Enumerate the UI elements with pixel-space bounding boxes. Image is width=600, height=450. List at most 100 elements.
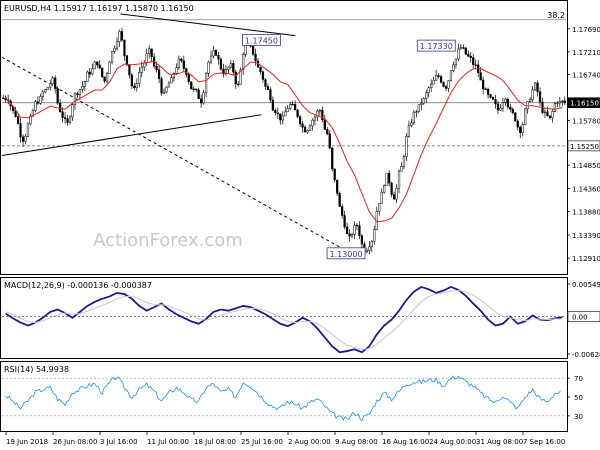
candle-body: [78, 89, 82, 95]
candle-body: [345, 226, 349, 235]
candle-body: [558, 101, 561, 104]
candle-body: [192, 88, 195, 91]
candle-body: [400, 166, 403, 172]
candle-body: [24, 136, 27, 142]
candle-body: [415, 111, 418, 113]
candle-body: [501, 102, 505, 109]
candle-body: [422, 98, 425, 104]
candle-body: [425, 92, 428, 99]
candle-body: [227, 66, 230, 70]
candle-body: [318, 109, 321, 112]
candle-body: [93, 61, 96, 70]
candle-body: [447, 80, 450, 89]
x-tick-label: 25 Jul 16:00: [241, 438, 283, 446]
candle-body: [499, 107, 502, 111]
candle-body: [521, 124, 524, 133]
candle-body: [491, 97, 495, 100]
x-tick-label: 31 Aug 08:00: [476, 438, 523, 446]
candle-body: [531, 89, 534, 100]
candle-body: [420, 102, 423, 105]
candle-body: [548, 115, 552, 118]
candle-body: [133, 85, 136, 89]
candle-body: [341, 206, 344, 216]
candle-body: [197, 89, 200, 100]
annotation-label: 1.13000: [329, 250, 362, 259]
candle-body: [59, 102, 62, 113]
candle-body: [96, 61, 99, 66]
candle-body: [16, 116, 20, 124]
candle-body: [474, 64, 477, 66]
x-tick-label: 3 Jul 16:00: [100, 438, 138, 446]
candle-body: [370, 240, 373, 248]
watermark: ActionForex.com: [93, 230, 243, 251]
candle-body: [128, 64, 131, 76]
candle-body: [524, 108, 527, 125]
annotation-label: 1.17450: [245, 36, 278, 45]
candle-body: [232, 63, 235, 73]
price-header: EURUSD,H4 1.15917 1.16197 1.15870 1.1615…: [4, 4, 194, 13]
candle-body: [484, 88, 487, 90]
candle-body: [234, 71, 237, 85]
candle-body: [254, 53, 257, 62]
x-tick-label: 16 Aug 16:00: [382, 438, 429, 446]
candle-body: [195, 88, 198, 91]
candle-body: [405, 136, 408, 157]
candle-body: [432, 79, 435, 85]
candle-body: [296, 109, 299, 117]
candle-body: [353, 224, 356, 235]
price-panel-frame: [0, 0, 568, 275]
candle-body: [44, 89, 47, 93]
candle-body: [274, 109, 277, 114]
candle-body: [83, 81, 86, 87]
candle-body: [306, 130, 309, 133]
candle-body: [449, 70, 453, 81]
macd-y-tick-label: 0.005496: [572, 281, 600, 289]
candle-body: [504, 98, 507, 103]
candle-body: [175, 67, 178, 74]
candle-body: [479, 72, 482, 81]
candle-body: [219, 58, 223, 70]
candle-body: [368, 246, 371, 251]
candle-body: [160, 78, 163, 94]
candle-body: [412, 111, 415, 124]
candle-body: [19, 123, 22, 138]
rsi-header: RSI(14) 54.9938: [4, 365, 69, 374]
candle-body: [46, 86, 49, 90]
candle-body: [311, 119, 314, 127]
candle-body: [556, 102, 559, 104]
candle-body: [113, 47, 116, 52]
candle-body: [298, 116, 302, 125]
candle-body: [73, 93, 77, 105]
candle-body: [101, 67, 104, 78]
candle-body: [516, 120, 519, 128]
candle-body: [281, 115, 284, 121]
candle-body: [177, 58, 180, 68]
candle-body: [496, 103, 500, 111]
candle-body: [365, 250, 368, 253]
candle-body: [98, 64, 101, 69]
candle-body: [333, 168, 336, 181]
candle-body: [140, 66, 143, 73]
y-tick-label: 1.13880: [572, 209, 600, 217]
x-tick-label: 9 Aug 08:00: [335, 438, 378, 446]
y-tick-label: 1.15780: [572, 117, 600, 125]
candle-body: [462, 47, 465, 49]
candle-body: [459, 47, 462, 50]
y-tick-label: 1.14850: [572, 162, 600, 170]
x-tick-label: 7 Sep 16:00: [523, 438, 565, 446]
candle-body: [110, 51, 114, 63]
candle-body: [378, 203, 381, 212]
candle-body: [348, 233, 351, 237]
candle-body: [286, 108, 289, 113]
candle-body: [41, 91, 44, 97]
y-tick-label: 1.13390: [572, 232, 600, 240]
candle-body: [49, 83, 52, 88]
rsi-y-tick-label: 30: [574, 413, 583, 421]
macd-y-tick-label: 0.00: [572, 314, 588, 322]
candle-body: [214, 50, 218, 56]
candle-body: [338, 193, 341, 207]
candle-body: [76, 93, 79, 95]
candle-body: [88, 71, 91, 75]
candle-body: [464, 47, 467, 55]
candle-body: [187, 74, 190, 82]
